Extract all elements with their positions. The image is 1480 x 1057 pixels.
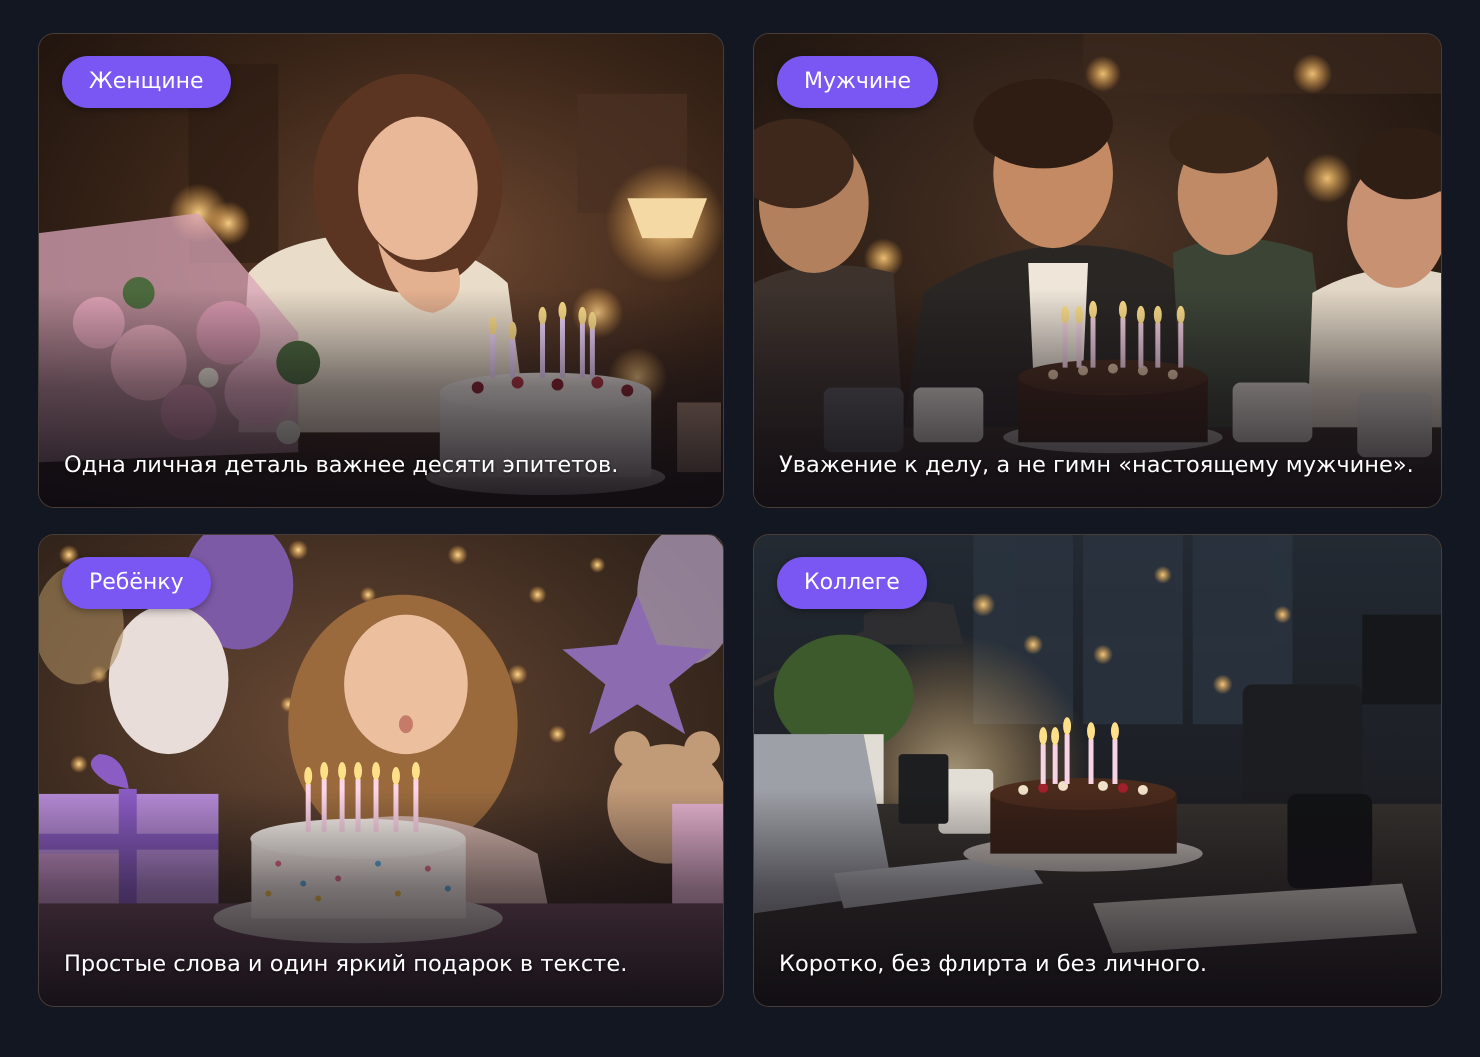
tag-colleague[interactable]: Коллеге xyxy=(777,557,927,609)
caption-man: Уважение к делу, а не гимн «настоящему м… xyxy=(779,452,1414,478)
audience-cards-grid: Женщине Одна личная деталь важнее десяти… xyxy=(38,33,1442,1007)
caption-child: Простые слова и один яркий подарок в тек… xyxy=(64,951,628,977)
caption-woman: Одна личная деталь важнее десяти эпитето… xyxy=(64,452,619,478)
card-child[interactable]: Ребёнку Простые слова и один яркий подар… xyxy=(38,534,724,1007)
card-colleague[interactable]: Коллеге Коротко, без флирта и без личног… xyxy=(753,534,1442,1007)
caption-colleague: Коротко, без флирта и без личного. xyxy=(779,951,1208,977)
card-man[interactable]: Мужчине Уважение к делу, а не гимн «наст… xyxy=(753,33,1442,508)
tag-woman[interactable]: Женщине xyxy=(62,56,231,108)
tag-child[interactable]: Ребёнку xyxy=(62,557,211,609)
tag-man[interactable]: Мужчине xyxy=(777,56,939,108)
card-woman[interactable]: Женщине Одна личная деталь важнее десяти… xyxy=(38,33,724,508)
